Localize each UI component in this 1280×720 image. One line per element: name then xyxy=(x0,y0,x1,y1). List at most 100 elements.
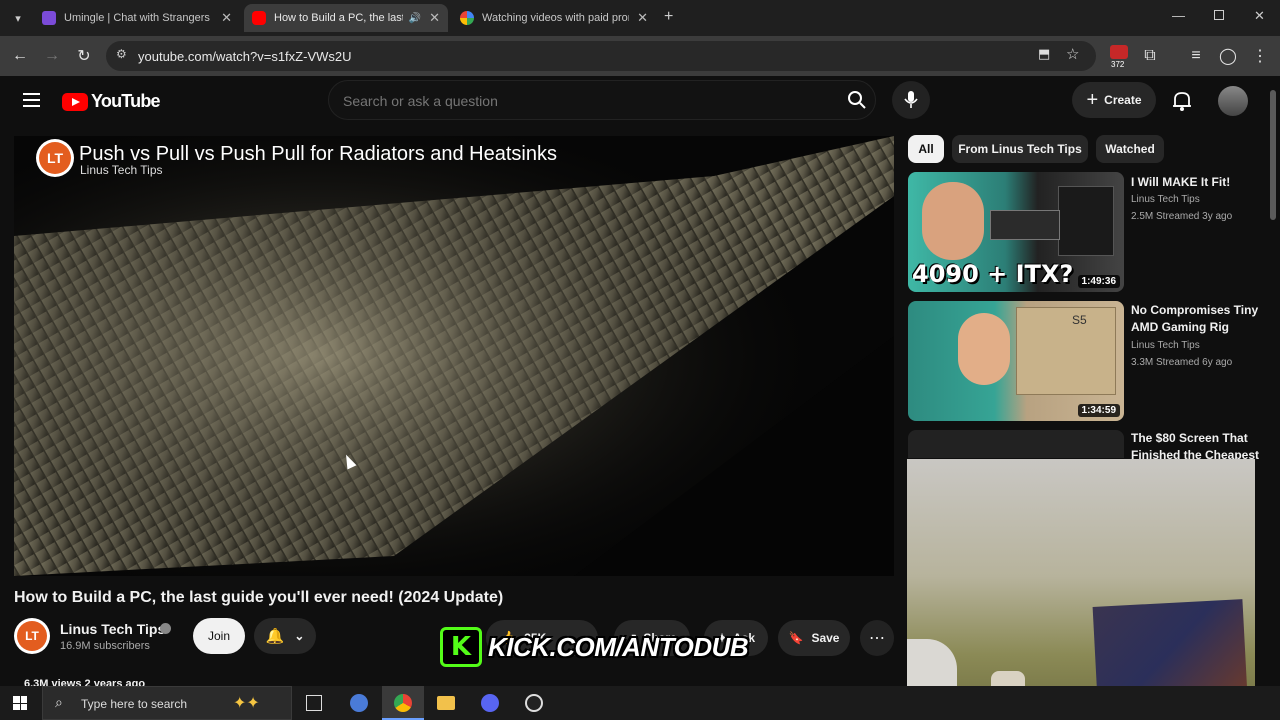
kick-overlay: K KICK.COM/ANTODUB xyxy=(440,627,749,667)
speaker-icon[interactable]: 🔊 xyxy=(409,13,421,24)
extension-badge-icon[interactable] xyxy=(1110,45,1128,59)
notifications-bell-icon[interactable] xyxy=(1172,90,1192,117)
search-input[interactable] xyxy=(343,93,823,109)
rec-thumbnail[interactable]: S5 1:34:59 xyxy=(908,301,1124,421)
filter-chip-watched[interactable]: Watched xyxy=(1096,135,1164,163)
tab-title: Watching videos with paid promotions xyxy=(482,12,629,24)
rec-thumbnail[interactable] xyxy=(908,430,1124,458)
video-player[interactable] xyxy=(14,136,894,576)
taskbar-search-placeholder: Type here to search xyxy=(81,697,188,711)
media-control-icon[interactable]: ≡ xyxy=(1184,44,1208,68)
extensions-puzzle-icon[interactable]: ⧉ xyxy=(1138,44,1162,68)
channel-avatar[interactable]: LT xyxy=(14,618,50,654)
tab-title: Umingle | Chat with Strangers Instantly xyxy=(64,12,213,24)
tab-search-button[interactable]: ▾ xyxy=(8,8,28,28)
verified-badge-icon xyxy=(160,623,171,634)
filter-chip-channel[interactable]: From Linus Tech Tips xyxy=(952,135,1088,163)
umingle-favicon-icon xyxy=(42,11,56,25)
channel-overlay-avatar[interactable]: LT xyxy=(36,139,74,177)
search-button[interactable] xyxy=(838,82,876,118)
address-bar[interactable]: ⚙ youtube.com/watch?v=s1fxZ-VWs2U ⬒ ☆ xyxy=(106,41,1096,71)
join-button[interactable]: Join xyxy=(193,618,245,654)
close-tab-icon[interactable]: ✕ xyxy=(429,10,440,26)
youtube-header: YouTube + Create xyxy=(0,76,1280,132)
tab-google[interactable]: Watching videos with paid promotions ✕ xyxy=(452,4,656,32)
video-frame-radiator xyxy=(14,136,894,576)
close-tab-icon[interactable]: ✕ xyxy=(221,10,232,26)
youtube-play-icon xyxy=(62,92,88,111)
views-date-text: 6.3M views 2 years ago xyxy=(24,678,146,686)
tab-youtube[interactable]: How to Build a PC, the last guide you'll… xyxy=(244,4,448,32)
thumb-pc-case xyxy=(1058,186,1114,256)
chrome-menu-icon[interactable]: ⋮ xyxy=(1248,44,1272,68)
profile-icon[interactable]: ◯ xyxy=(1216,44,1240,68)
copilot-sparkle-icon: ✦✦ xyxy=(233,695,260,712)
thumb-text: S5 xyxy=(1072,313,1087,327)
bookmark-star-icon[interactable]: ☆ xyxy=(1066,45,1079,63)
account-avatar[interactable] xyxy=(1218,86,1248,116)
browser-toolbar: ← → ↻ ⚙ youtube.com/watch?v=s1fxZ-VWs2U … xyxy=(0,36,1280,76)
filter-chip-label: Watched xyxy=(1105,142,1155,156)
ltt-logo-icon: LT xyxy=(39,142,71,174)
kick-logo-icon: K xyxy=(440,627,482,667)
rec-title[interactable]: No Compromises Tiny AMD Gaming Rig xyxy=(1131,302,1261,336)
youtube-logo-text: YouTube xyxy=(91,91,161,111)
taskbar-app-discord-icon[interactable] xyxy=(481,694,499,712)
youtube-logo[interactable]: YouTube xyxy=(62,91,161,112)
close-window-icon[interactable]: ✕ xyxy=(1254,8,1265,24)
bookmark-icon: 🔖 xyxy=(788,631,804,645)
channel-name[interactable]: Linus Tech Tips xyxy=(60,621,165,637)
browser-tab-strip: ▾ Umingle | Chat with Strangers Instantl… xyxy=(0,0,1280,36)
save-button[interactable]: 🔖 Save xyxy=(778,620,850,656)
rec-meta: 2.5M Streamed 3y ago xyxy=(1131,211,1233,222)
voice-search-button[interactable] xyxy=(892,81,930,119)
minimize-window-icon[interactable]: — xyxy=(1172,8,1185,23)
google-favicon-icon xyxy=(460,11,474,25)
create-button[interactable]: + Create xyxy=(1072,82,1156,118)
install-app-icon[interactable]: ⬒ xyxy=(1038,46,1050,62)
save-label: Save xyxy=(811,631,840,645)
rec-title[interactable]: I Will MAKE It Fit! xyxy=(1131,174,1261,191)
microphone-icon xyxy=(904,91,918,108)
extension-badge-count: 372 xyxy=(1111,60,1125,69)
join-label: Join xyxy=(207,629,230,643)
windows-taskbar: ⌕ Type here to search ✦✦ xyxy=(0,686,1280,720)
windows-start-icon[interactable] xyxy=(13,696,27,710)
filter-chip-label: All xyxy=(918,142,934,156)
rec-thumbnail[interactable]: 4090 + ITX? 1:49:36 xyxy=(908,172,1124,292)
taskbar-app-obs-icon[interactable] xyxy=(525,694,543,712)
taskbar-app-file-explorer-icon[interactable] xyxy=(437,696,455,710)
rec-channel[interactable]: Linus Tech Tips xyxy=(1131,194,1200,205)
new-tab-icon[interactable]: + xyxy=(664,8,673,26)
taskbar-app-chrome-icon[interactable] xyxy=(382,686,424,720)
close-tab-icon[interactable]: ✕ xyxy=(637,10,648,26)
filter-chip-all[interactable]: All xyxy=(908,135,944,163)
bell-icon: 🔔 xyxy=(265,628,285,645)
rec-channel[interactable]: Linus Tech Tips xyxy=(1131,340,1200,351)
page-scrollbar[interactable] xyxy=(1270,90,1276,220)
rec-title[interactable]: The $80 Screen That Finished the Cheapes… xyxy=(1131,430,1261,460)
create-label: Create xyxy=(1104,93,1142,107)
url-text[interactable]: youtube.com/watch?v=s1fxZ-VWs2U xyxy=(138,49,352,64)
search-box[interactable] xyxy=(328,80,876,120)
tab-title: How to Build a PC, the last guide you'll… xyxy=(274,12,403,24)
tab-umingle[interactable]: Umingle | Chat with Strangers Instantly … xyxy=(34,4,240,32)
site-info-icon[interactable]: ⚙ xyxy=(116,47,127,61)
reload-icon[interactable]: ↻ xyxy=(72,44,96,68)
forward-icon[interactable]: → xyxy=(40,44,64,68)
subscriber-count: 16.9M subscribers xyxy=(60,640,150,652)
thumb-box xyxy=(1016,307,1116,395)
back-icon[interactable]: ← xyxy=(8,44,32,68)
subscribed-notifications-button[interactable]: 🔔 ⌄ xyxy=(254,618,316,654)
player-overlay-channel[interactable]: Linus Tech Tips xyxy=(80,163,163,177)
search-icon xyxy=(848,91,866,109)
rec-meta: 3.3M Streamed 6y ago xyxy=(1131,357,1233,368)
taskbar-app-gmail-icon[interactable] xyxy=(350,694,368,712)
hamburger-menu-icon[interactable] xyxy=(23,93,40,107)
taskbar-search-box[interactable]: ⌕ Type here to search ✦✦ xyxy=(42,686,292,720)
search-icon: ⌕ xyxy=(55,694,63,710)
restore-window-icon[interactable] xyxy=(1214,10,1224,20)
thumb-text: 4090 + ITX? xyxy=(912,260,1074,288)
more-actions-button[interactable]: ⋯ xyxy=(860,620,894,656)
task-view-icon[interactable] xyxy=(306,695,322,711)
